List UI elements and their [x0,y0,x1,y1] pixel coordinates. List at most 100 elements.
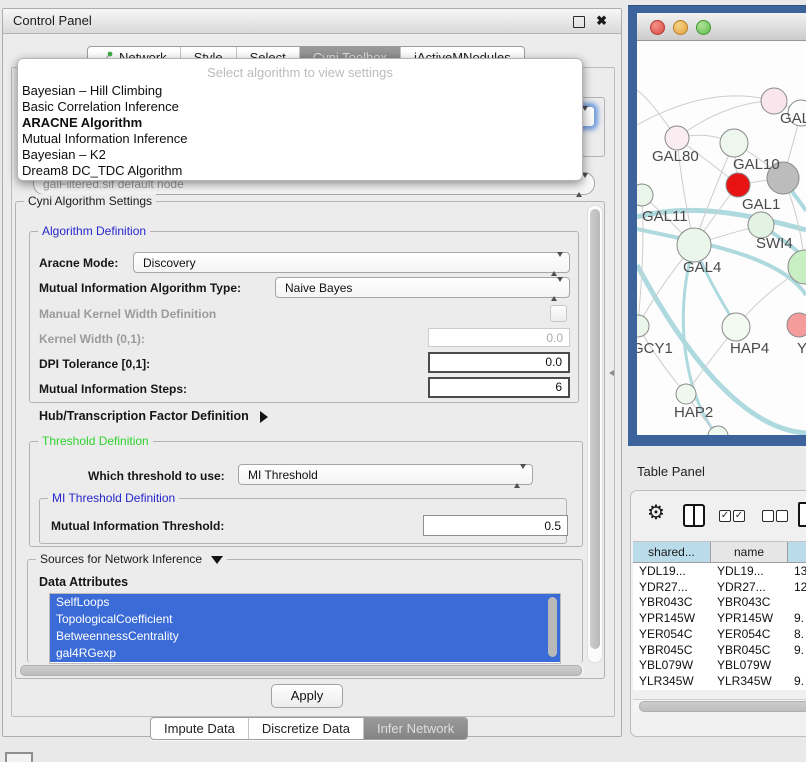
table-cell: YLR345W [711,674,788,690]
mi-algorithm-type-combobox[interactable]: Naive Bayes [275,277,570,298]
mi-steps-field[interactable]: 6 [428,377,570,398]
table-cell: YBL079W [711,658,788,674]
table-row[interactable]: YLR345WYLR345W9. [633,674,806,690]
attribute-list-item[interactable]: gal4RGexp [50,645,560,662]
document-icon[interactable] [798,502,806,527]
network-edge[interactable] [637,96,774,125]
network-node[interactable] [787,313,806,337]
split-columns-icon[interactable] [683,504,705,527]
network-node[interactable] [637,315,649,337]
panel-divider-arrow-icon[interactable] [609,370,614,376]
network-node[interactable] [677,228,711,262]
node-label: HAP2 [674,404,713,421]
algorithm-option[interactable]: Basic Correlation Inference [18,99,582,115]
control-panel-window: Control Panel ✖ Network Style Select Cyn… [2,8,622,737]
table-cell: 9. [788,674,806,690]
mi-algorithm-type-value: Naive Bayes [285,281,352,295]
network-node[interactable] [722,313,750,341]
node-attribute-table[interactable]: shared...name YDL19...YDL19...13YDR27...… [633,541,806,690]
table-cell: YBR043C [711,595,788,611]
checked-checkbox-icon[interactable]: ✓ [733,510,745,522]
table-cell: YPR145W [711,611,788,627]
table-cell: YER054C [633,627,711,643]
close-traffic-light-icon[interactable] [650,20,665,35]
table-cell: YBR045C [711,643,788,659]
unchecked-checkbox-icon[interactable] [776,510,788,522]
table-row[interactable]: YDR27...YDR27...12 [633,580,806,596]
table-cell: YDR27... [633,580,711,596]
mi-threshold-label: Mutual Information Threshold: [51,519,224,533]
kernel-width-field[interactable]: 0.0 [428,328,570,347]
tab-discretize-data[interactable]: Discretize Data [249,718,364,739]
node-label: Y [797,340,806,357]
close-icon[interactable]: ✖ [596,13,607,29]
which-threshold-value: MI Threshold [248,468,318,482]
attribute-list-item[interactable]: BetweennessCentrality [50,628,560,645]
gear-icon[interactable]: ⚙ [647,500,665,525]
table-cell: 13 [788,564,806,580]
network-node[interactable] [676,384,696,404]
data-attributes-list[interactable]: SelfLoopsTopologicalCoefficientBetweenne… [49,593,561,664]
network-canvas[interactable]: GALGAL80GAL10GAL1GAL11SWI4GAL4GCY1HAP4YH… [637,41,806,435]
attributes-scrollbar-thumb[interactable] [548,597,557,657]
sources-legend[interactable]: Sources for Network Inference [36,552,227,566]
table-cell: YDL19... [711,564,788,580]
hub-definition-label: Hub/Transcription Factor Definition [39,409,249,423]
algorithm-option[interactable]: Bayesian – Hill Climbing [18,83,582,99]
which-threshold-combobox[interactable]: MI Threshold [238,464,533,485]
tab-infer-network[interactable]: Infer Network [364,718,467,739]
manual-kernel-width-checkbox[interactable] [550,305,567,322]
attribute-list-item[interactable]: TopologicalCoefficient [50,611,560,628]
cyni-bottom-tabbar: Impute Data Discretize Data Infer Networ… [150,717,468,740]
collapsed-arrow-icon [260,411,268,423]
algorithm-option[interactable]: ARACNE Algorithm [18,115,582,131]
zoom-traffic-light-icon[interactable] [696,20,711,35]
network-window-titlebar [637,13,806,41]
network-node[interactable] [720,129,748,157]
table-row[interactable]: YPR145WYPR145W9. [633,611,806,627]
unchecked-checkbox-icon[interactable] [762,510,774,522]
table-cell: YLR345W [633,674,711,690]
table-panel-title: Table Panel [637,464,705,479]
table-hscrollbar-thumb[interactable] [639,701,806,712]
aracne-mode-label: Aracne Mode: [39,256,118,270]
checked-checkbox-icon[interactable]: ✓ [719,510,731,522]
sources-legend-label: Sources for Network Inference [40,552,202,566]
control-panel-titlebar: Control Panel ✖ [3,9,621,34]
settings-horizontal-scrollbar[interactable] [19,665,585,675]
table-row[interactable]: YBR043CYBR043C [633,595,806,611]
kernel-width-label: Kernel Width (0,1): [39,332,145,346]
algorithm-option[interactable]: Bayesian – K2 [18,147,582,163]
table-panel-card: ⚙ ✓ ✓ shared...name YDL19...YDL19...13YD… [630,490,806,737]
mi-threshold-field[interactable]: 0.5 [423,515,568,536]
table-row[interactable]: YBR045CYBR045C9. [633,643,806,659]
table-column-header[interactable]: name [711,542,788,563]
network-node[interactable] [726,173,750,197]
algorithm-dropdown-popup: Select algorithm to view settings Bayesi… [17,58,583,181]
table-row[interactable]: YDL19...YDL19...13 [633,564,806,580]
table-column-header[interactable]: shared... [633,542,711,563]
table-row[interactable]: YER054CYER054C8. [633,627,806,643]
minimize-traffic-light-icon[interactable] [673,20,688,35]
hub-definition-toggle[interactable]: Hub/Transcription Factor Definition [39,409,268,423]
algorithm-option-list: Bayesian – Hill ClimbingBasic Correlatio… [18,83,582,179]
settings-hscrollbar-thumb[interactable] [20,665,582,676]
collapsed-panel-chip[interactable] [5,752,33,762]
algorithm-option[interactable]: Mutual Information Inference [18,131,582,147]
float-window-icon[interactable] [573,16,585,28]
table-row[interactable]: YBL079WYBL079W [633,658,806,674]
settings-vertical-scrollbar[interactable] [587,205,603,663]
algorithm-option[interactable]: Dream8 DC_TDC Algorithm [18,163,582,179]
apply-button[interactable]: Apply [271,684,343,708]
dpi-tolerance-field[interactable]: 0.0 [428,352,570,373]
tab-impute-data[interactable]: Impute Data [151,718,249,739]
table-cell: YER054C [711,627,788,643]
table-column-header[interactable] [788,542,806,563]
algorithm-definition-legend: Algorithm Definition [38,224,150,238]
network-node[interactable] [665,126,689,150]
table-horizontal-scrollbar[interactable] [633,699,806,712]
dpi-tolerance-label: DPI Tolerance [0,1]: [39,357,150,371]
settings-scrollbar-thumb[interactable] [590,209,600,649]
attribute-list-item[interactable]: SelfLoops [50,594,560,611]
aracne-mode-combobox[interactable]: Discovery [133,252,570,273]
